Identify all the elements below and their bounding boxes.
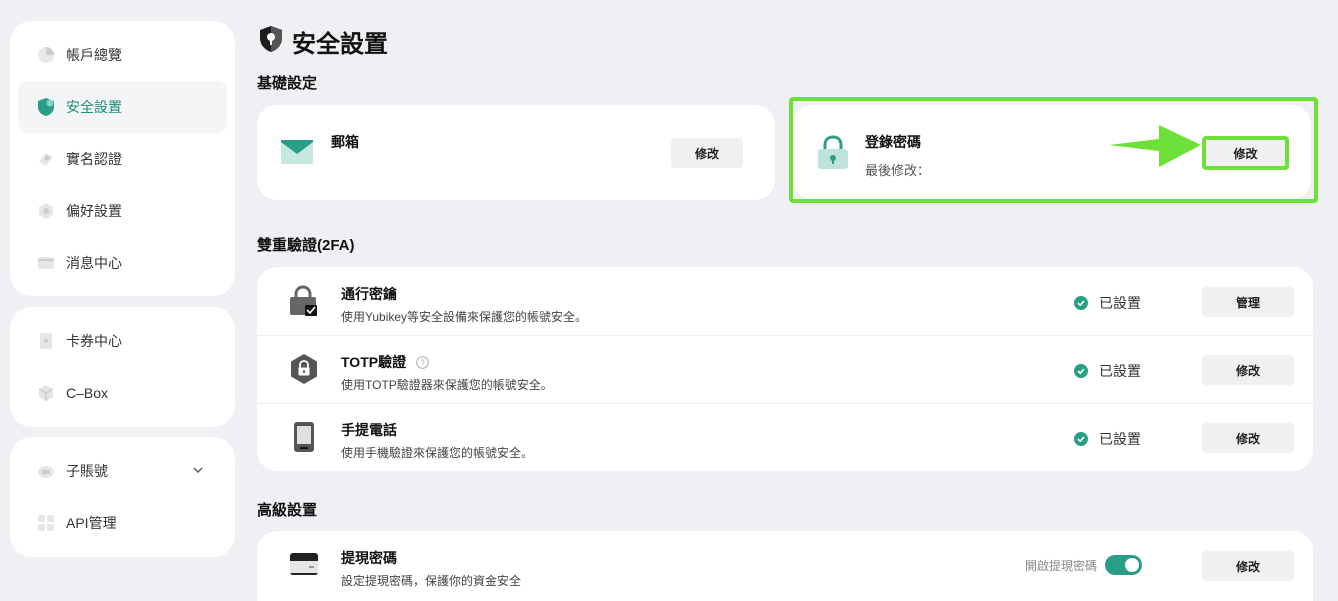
api-icon xyxy=(36,513,56,533)
sidebar-item-label: 實名認證 xyxy=(66,151,122,167)
pie-chart-icon xyxy=(36,45,56,65)
status-text: 已設置 xyxy=(1099,363,1141,379)
list-item: 提現密碼 設定提現密碼，保護你的資金安全 開啟提現密碼 修改 xyxy=(257,531,1313,599)
sidebar-item-label: API管理 xyxy=(66,515,117,531)
highlight-frame xyxy=(789,97,1318,203)
page-header: 安全設置 xyxy=(258,24,388,59)
help-icon[interactable]: ? xyxy=(416,355,429,369)
email-card: 郵箱 修改 xyxy=(257,105,775,200)
mail-icon xyxy=(281,138,313,171)
phone-desc: 使用手機驗證來保護您的帳號安全。 xyxy=(341,446,534,460)
id-badge-icon xyxy=(36,149,56,169)
sidebar-rewards-group: 卡券中心 C–Box xyxy=(10,307,235,427)
status-badge: 已設置 xyxy=(1074,293,1141,313)
check-circle-icon xyxy=(1074,432,1088,446)
section-title-2fa: 雙重驗證(2FA) xyxy=(257,237,355,254)
status-text: 已設置 xyxy=(1099,431,1141,447)
passkey-manage-button[interactable]: 管理 xyxy=(1202,287,1294,317)
sidebar-item-label: 消息中心 xyxy=(66,255,122,271)
sidebar-item-api[interactable]: API管理 xyxy=(18,497,227,549)
sidebar-item-label: 安全設置 xyxy=(66,99,122,115)
sidebar-item-label: C–Box xyxy=(66,385,109,401)
shield-icon xyxy=(36,97,56,117)
wallet-card-icon xyxy=(289,551,319,583)
page-title: 安全設置 xyxy=(292,31,388,58)
status-text: 已設置 xyxy=(1099,295,1141,311)
sidebar-item-preferences[interactable]: 偏好設置 xyxy=(18,185,227,237)
totp-edit-button[interactable]: 修改 xyxy=(1202,355,1294,385)
sidebar-item-label: 帳戶總覽 xyxy=(66,47,122,63)
chevron-down-icon[interactable] xyxy=(191,463,205,477)
passkey-desc: 使用Yubikey等安全設備來保護您的帳號安全。 xyxy=(341,310,588,324)
security-shield-icon xyxy=(258,25,284,58)
sidebar-item-subaccount[interactable]: 子賬號 xyxy=(18,445,227,497)
sidebar-item-security[interactable]: 安全設置 xyxy=(18,81,227,133)
withdraw-toggle-label: 開啟提現密碼 xyxy=(1025,558,1098,573)
totp-desc: 使用TOTP驗證器來保護您的帳號安全。 xyxy=(341,378,553,392)
sidebar-item-label: 子賬號 xyxy=(66,463,108,479)
status-badge: 已設置 xyxy=(1074,361,1141,381)
sidebar-account-group: 子賬號 API管理 xyxy=(10,437,235,557)
section-title-advanced: 高級設置 xyxy=(257,502,318,519)
settings-icon xyxy=(36,201,56,221)
sidebar-item-cbox[interactable]: C–Box xyxy=(18,367,227,419)
email-edit-button[interactable]: 修改 xyxy=(671,138,743,168)
withdraw-edit-button[interactable]: 修改 xyxy=(1202,551,1294,581)
check-circle-icon xyxy=(1074,364,1088,378)
totp-title: TOTP驗證 xyxy=(341,354,407,370)
message-icon xyxy=(36,253,56,273)
twofa-card: 通行密鑰 使用Yubikey等安全設備來保護您的帳號安全。 已設置 管理 TOT… xyxy=(257,267,1313,471)
sidebar-item-messages[interactable]: 消息中心 xyxy=(18,237,227,289)
list-item: 手提電話 使用手機驗證來保護您的帳號安全。 已設置 修改 xyxy=(257,403,1313,471)
box-icon xyxy=(36,383,56,403)
sidebar-item-label: 偏好設置 xyxy=(66,203,122,219)
email-title: 郵箱 xyxy=(331,134,359,150)
section-title-basic: 基礎設定 xyxy=(257,75,318,92)
phone-title: 手提電話 xyxy=(341,422,397,438)
list-item: TOTP驗證 ? 使用TOTP驗證器來保護您的帳號安全。 已設置 修改 xyxy=(257,335,1313,403)
phone-edit-button[interactable]: 修改 xyxy=(1202,423,1294,453)
passkey-lock-icon xyxy=(289,285,319,317)
sidebar-main-group: 帳戶總覽 安全設置 實名認證 偏好設置 消息中心 xyxy=(10,21,235,296)
sidebar-item-verification[interactable]: 實名認證 xyxy=(18,133,227,185)
sub-account-icon xyxy=(36,461,56,481)
passkey-title: 通行密鑰 xyxy=(341,286,397,302)
withdraw-toggle[interactable] xyxy=(1105,555,1143,575)
email-value xyxy=(331,156,359,170)
totp-hexagon-lock-icon xyxy=(289,353,319,385)
coupon-icon xyxy=(36,331,56,351)
withdraw-title: 提現密碼 xyxy=(341,550,397,566)
sidebar-item-label: 卡券中心 xyxy=(66,333,122,349)
svg-text:?: ? xyxy=(420,358,425,367)
check-circle-icon xyxy=(1074,296,1088,310)
toggle-knob xyxy=(1125,558,1140,572)
list-item: 通行密鑰 使用Yubikey等安全設備來保護您的帳號安全。 已設置 管理 xyxy=(257,267,1313,335)
sidebar-item-overview[interactable]: 帳戶總覽 xyxy=(18,29,227,81)
withdraw-desc: 設定提現密碼，保護你的資金安全 xyxy=(341,574,522,588)
mobile-phone-icon xyxy=(289,421,319,453)
advanced-card: 提現密碼 設定提現密碼，保護你的資金安全 開啟提現密碼 修改 xyxy=(257,531,1313,601)
sidebar-item-coupons[interactable]: 卡券中心 xyxy=(18,315,227,367)
status-badge: 已設置 xyxy=(1074,429,1141,449)
